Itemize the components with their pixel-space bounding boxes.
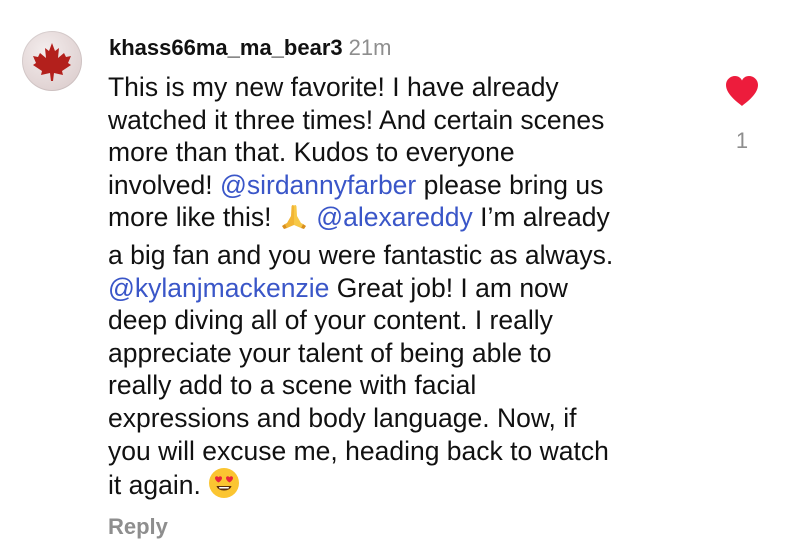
username[interactable]: khass66ma_ma_bear3 — [109, 35, 343, 60]
comment-line: really add to a scene with facial — [108, 369, 698, 402]
heart-eyes-emoji-icon — [208, 467, 240, 507]
comment-text-segment: I’m already — [472, 202, 610, 233]
timestamp: 21m — [348, 35, 392, 60]
comment-text-segment: involved! — [108, 169, 220, 200]
like-count: 1 — [735, 128, 749, 153]
comment-line: involved! @sirdannyfarber please bring u… — [108, 169, 698, 202]
comment-text-segment: Great job! I am now — [329, 272, 568, 303]
mention-link[interactable]: @kylanjmackenzie — [108, 273, 329, 303]
comment: khass66ma_ma_bear3 21m This is my new fav… — [0, 0, 801, 548]
comment-text-segment: watched it three times! And certain scen… — [108, 104, 605, 135]
comment-line: a big fan and you were fantastic as alwa… — [108, 239, 698, 272]
like-button[interactable] — [724, 74, 760, 108]
heart-icon — [726, 76, 758, 106]
comment-text-segment: a big fan and you were fantastic as alwa… — [108, 239, 614, 270]
comment-line: watched it three times! And certain scen… — [108, 104, 698, 137]
comment-line: more like this! @alexareddy I’m already — [108, 201, 698, 239]
comment-text-segment: This is my new favorite! I have already — [108, 72, 559, 102]
comment-text-segment: more like this! — [108, 202, 279, 233]
folded-hands-icon — [279, 201, 309, 239]
mention-link[interactable]: @sirdannyfarber — [220, 170, 416, 200]
comment-line: @kylanjmackenzie Great job! I am now — [108, 272, 698, 305]
comment-text-segment: you will excuse me, heading back to watc… — [108, 435, 609, 466]
maple-leaf-icon — [33, 43, 71, 81]
comment-line: This is my new favorite! I have already — [108, 71, 698, 104]
comment-text-segment: please bring us — [416, 169, 604, 200]
avatar[interactable] — [22, 31, 82, 91]
comment-text-segment: expressions and body language. Now, if — [108, 402, 577, 433]
comment-text-segment: it again. — [108, 470, 209, 501]
comment-line: it again. — [108, 467, 698, 507]
comment-text: This is my new favorite! I have already w… — [108, 71, 698, 507]
comment-header: khass66ma_ma_bear3 21m — [109, 34, 391, 62]
comment-line: more than that. Kudos to everyone — [108, 136, 698, 169]
comment-text-segment: appreciate your talent of being able to — [108, 337, 552, 368]
mention-link[interactable]: @alexareddy — [316, 202, 473, 232]
comment-line: deep diving all of your content. I reall… — [108, 304, 698, 337]
comment-line: expressions and body language. Now, if — [108, 402, 698, 435]
comment-line: you will excuse me, heading back to watc… — [108, 435, 698, 468]
comment-text-segment: really add to a scene with facial — [108, 370, 477, 401]
comment-text-segment: deep diving all of your content. I reall… — [108, 305, 553, 336]
comment-text-segment: more than that. Kudos to everyone — [108, 137, 515, 168]
comment-line: appreciate your talent of being able to — [108, 337, 698, 370]
reply-button[interactable]: Reply — [108, 514, 168, 540]
